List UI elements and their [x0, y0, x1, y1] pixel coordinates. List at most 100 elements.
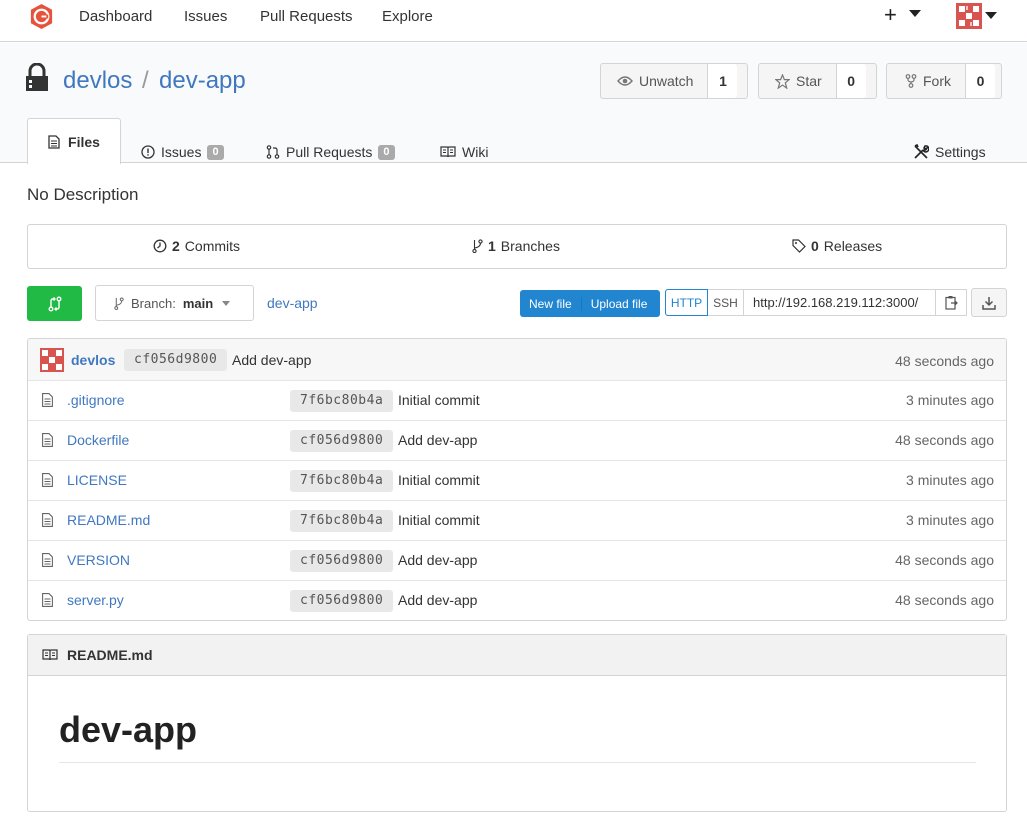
- file-icon: [42, 393, 53, 407]
- tab-pull-requests[interactable]: Pull Requests 0: [266, 141, 395, 163]
- lock-icon: [26, 63, 48, 91]
- file-commit-message[interactable]: Initial commit: [398, 512, 480, 528]
- pull-request-icon: [266, 145, 280, 159]
- file-icon: [42, 433, 53, 447]
- clone-http-button[interactable]: HTTP: [665, 289, 708, 316]
- readme-header: README.md: [28, 635, 1006, 676]
- copy-url-button[interactable]: [936, 289, 967, 316]
- watch-count[interactable]: 1: [707, 64, 738, 98]
- breadcrumb-repo-link[interactable]: dev-app: [267, 295, 318, 311]
- tag-icon: [792, 239, 806, 253]
- branches-label: Branches: [500, 238, 560, 254]
- tab-wiki-label: Wiki: [462, 144, 489, 160]
- file-commit-sha[interactable]: cf056d9800: [290, 550, 394, 572]
- file-name-link[interactable]: LICENSE: [67, 472, 127, 488]
- chevron-down-icon: [222, 300, 231, 306]
- file-commit-age: 3 minutes ago: [906, 392, 994, 408]
- star-icon: [775, 73, 790, 89]
- file-name-link[interactable]: README.md: [67, 512, 150, 528]
- commit-author-link[interactable]: devlos: [71, 352, 115, 368]
- nav-explore[interactable]: Explore: [382, 8, 433, 25]
- table-row: VERSION cf056d9800 Add dev-app 48 second…: [28, 541, 1006, 581]
- commits-stat-link[interactable]: 2 Commits: [153, 238, 240, 254]
- new-file-button[interactable]: New file: [520, 296, 582, 311]
- file-commit-sha[interactable]: 7f6bc80b4a: [290, 470, 394, 492]
- nav-pull-requests[interactable]: Pull Requests: [260, 8, 353, 25]
- tab-files-label: Files: [68, 133, 100, 150]
- user-avatar[interactable]: [956, 3, 982, 29]
- nav-dashboard[interactable]: Dashboard: [79, 8, 152, 25]
- table-row: server.py cf056d9800 Add dev-app 48 seco…: [28, 581, 1006, 620]
- file-commit-age: 3 minutes ago: [906, 472, 994, 488]
- history-icon: [153, 239, 167, 253]
- file-name-link[interactable]: VERSION: [67, 552, 130, 568]
- star-count[interactable]: 0: [835, 64, 866, 98]
- tools-icon: [914, 144, 929, 159]
- file-commit-message[interactable]: Add dev-app: [398, 432, 477, 448]
- latest-commit-row: devlos cf056d9800 Add dev-app 48 seconds…: [28, 339, 1006, 381]
- commit-sha-link[interactable]: cf056d9800: [124, 349, 228, 371]
- upload-file-button[interactable]: Upload file: [582, 297, 657, 311]
- eye-icon: [617, 76, 633, 86]
- unwatch-label: Unwatch: [639, 73, 694, 89]
- releases-label: Releases: [823, 238, 883, 254]
- file-icon: [42, 593, 53, 607]
- file-list-table: devlos cf056d9800 Add dev-app 48 seconds…: [27, 338, 1007, 621]
- download-button[interactable]: [971, 288, 1007, 317]
- releases-stat-link[interactable]: 0 Releases: [792, 238, 882, 254]
- file-commit-age: 48 seconds ago: [895, 432, 994, 448]
- clipboard-icon: [944, 296, 958, 310]
- tab-issues-label: Issues: [161, 144, 202, 160]
- chevron-down-icon[interactable]: [985, 12, 997, 19]
- compare-pull-button[interactable]: [27, 286, 82, 321]
- file-commit-message[interactable]: Initial commit: [398, 472, 480, 488]
- unwatch-button[interactable]: Unwatch 1: [600, 63, 748, 99]
- file-name-link[interactable]: Dockerfile: [67, 432, 129, 448]
- tab-wiki[interactable]: Wiki: [440, 141, 488, 163]
- file-commit-message[interactable]: Add dev-app: [398, 552, 477, 568]
- branch-icon: [472, 239, 483, 253]
- tab-issues[interactable]: Issues 0: [141, 141, 224, 163]
- download-icon: [982, 296, 996, 310]
- file-icon: [42, 513, 53, 527]
- star-button[interactable]: Star 0: [758, 63, 877, 99]
- chevron-down-icon[interactable]: [909, 10, 921, 17]
- create-new-button[interactable]: +: [884, 2, 897, 28]
- readme-filename: README.md: [67, 647, 153, 663]
- repo-name-link[interactable]: dev-app: [159, 67, 246, 95]
- file-commit-message[interactable]: Initial commit: [398, 392, 480, 408]
- fork-count[interactable]: 0: [965, 64, 995, 98]
- repo-owner-link[interactable]: devlos: [63, 67, 132, 95]
- star-label: Star: [796, 73, 822, 89]
- file-commit-sha[interactable]: 7f6bc80b4a: [290, 390, 394, 412]
- clone-ssh-button[interactable]: SSH: [708, 289, 744, 316]
- table-row: .gitignore 7f6bc80b4a Initial commit 3 m…: [28, 381, 1006, 421]
- branch-icon: [114, 296, 124, 310]
- file-actions-group: New file Upload file: [520, 290, 660, 317]
- commits-label: Commits: [184, 238, 241, 254]
- file-icon: [42, 473, 53, 487]
- table-row: LICENSE 7f6bc80b4a Initial commit 3 minu…: [28, 461, 1006, 501]
- file-name-link[interactable]: server.py: [67, 592, 124, 608]
- branch-selector[interactable]: Branch: main: [95, 285, 254, 321]
- issue-icon: [141, 145, 155, 159]
- tab-pull-requests-label: Pull Requests: [286, 144, 373, 160]
- readme-divider: [59, 762, 976, 763]
- tab-settings[interactable]: Settings: [913, 141, 986, 163]
- branches-stat-link[interactable]: 1 Branches: [472, 238, 560, 254]
- file-commit-sha[interactable]: 7f6bc80b4a: [290, 510, 394, 532]
- tab-files[interactable]: Files: [27, 118, 121, 164]
- fork-button[interactable]: Fork 0: [886, 63, 1002, 99]
- file-commit-sha[interactable]: cf056d9800: [290, 590, 394, 612]
- file-commit-message[interactable]: Add dev-app: [398, 592, 477, 608]
- table-row: Dockerfile cf056d9800 Add dev-app 48 sec…: [28, 421, 1006, 461]
- pulls-count-badge: 0: [378, 144, 395, 160]
- clone-url-input[interactable]: http://192.168.219.112:3000/: [744, 289, 936, 316]
- file-commit-sha[interactable]: cf056d9800: [290, 430, 394, 452]
- author-avatar[interactable]: [40, 348, 64, 372]
- file-commit-age: 48 seconds ago: [895, 592, 994, 608]
- fork-icon: [905, 74, 917, 88]
- gitea-logo-icon[interactable]: [28, 3, 55, 30]
- file-name-link[interactable]: .gitignore: [67, 392, 125, 408]
- nav-issues[interactable]: Issues: [184, 8, 227, 25]
